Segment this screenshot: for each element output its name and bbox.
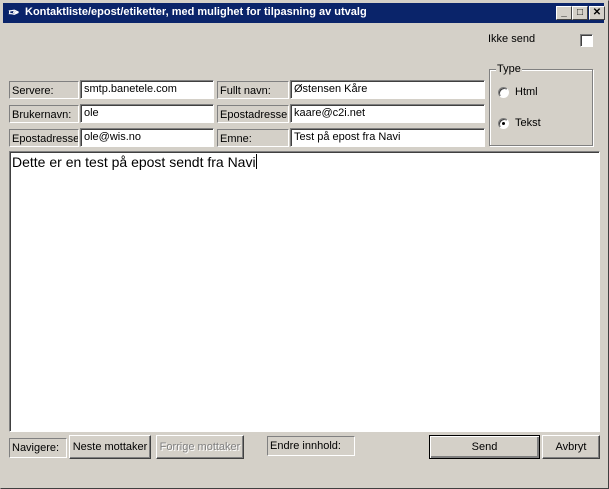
servere-label: Servere: bbox=[9, 81, 79, 99]
neste-mottaker-button[interactable]: Neste mottaker bbox=[69, 435, 151, 459]
forrige-mottaker-button[interactable]: Forrige mottaker bbox=[156, 435, 244, 459]
epostadresse-label: Epostadresse: bbox=[9, 129, 79, 147]
ikke-send-checkbox[interactable] bbox=[580, 34, 593, 47]
brukernavn-input[interactable]: ole bbox=[80, 104, 214, 123]
minimize-button[interactable]: _ bbox=[556, 6, 572, 20]
epostadresse-input[interactable]: ole@wis.no bbox=[80, 128, 214, 147]
radio-html[interactable] bbox=[498, 87, 509, 98]
type-groupbox bbox=[489, 69, 593, 146]
close-button[interactable]: ✕ bbox=[589, 6, 605, 20]
emne-label: Emne: bbox=[217, 129, 289, 147]
radio-tekst-label[interactable]: Tekst bbox=[515, 117, 541, 129]
mottaker-epostadresse-input[interactable]: kaare@c2i.net bbox=[290, 104, 485, 123]
fullt-navn-input[interactable]: Østensen Kåre bbox=[290, 80, 485, 99]
avbryt-button[interactable]: Avbryt bbox=[542, 435, 600, 459]
radio-html-label[interactable]: Html bbox=[515, 86, 538, 98]
title-bar[interactable]: ✑ Kontaktliste/epost/etiketter, med muli… bbox=[3, 3, 605, 23]
compass-icon[interactable]: ✑ bbox=[6, 5, 22, 21]
send-button[interactable]: Send bbox=[429, 435, 540, 459]
brukernavn-label: Brukernavn: bbox=[9, 105, 79, 123]
mottaker-epostadresse-label: Epostadresse: bbox=[217, 105, 289, 123]
main-window: ✑ Kontaktliste/epost/etiketter, med muli… bbox=[0, 0, 609, 489]
maximize-button[interactable]: □ bbox=[572, 6, 588, 20]
message-body-text: Dette er en test på epost sendt fra Navi bbox=[12, 154, 256, 170]
message-body-textarea[interactable]: Dette er en test på epost sendt fra Navi bbox=[9, 151, 600, 432]
ikke-send-label: Ikke send bbox=[488, 33, 536, 45]
emne-input[interactable]: Test på epost fra Navi bbox=[290, 128, 485, 147]
fullt-navn-label: Fullt navn: bbox=[217, 81, 289, 99]
endre-innhold-label: Endre innhold: bbox=[267, 436, 355, 456]
radio-tekst[interactable] bbox=[498, 118, 509, 129]
servere-input[interactable]: smtp.banetele.com bbox=[80, 80, 214, 99]
type-group-title: Type bbox=[496, 63, 522, 75]
text-caret bbox=[255, 154, 257, 169]
navigere-label: Navigere: bbox=[9, 438, 67, 458]
window-title: Kontaktliste/epost/etiketter, med muligh… bbox=[25, 6, 367, 18]
